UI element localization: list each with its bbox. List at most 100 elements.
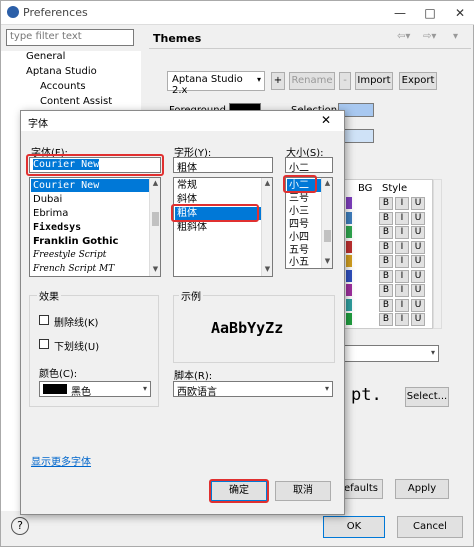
underline-toggle[interactable]: U [411, 269, 425, 283]
scroll-down-icon[interactable]: ▼ [150, 264, 160, 275]
token-color-swatch[interactable] [346, 313, 352, 325]
size-list-item-3[interactable]: 小三 [287, 205, 309, 218]
view-menu-icon[interactable]: ▾ [453, 31, 458, 42]
tree-item-content-assist[interactable]: Content Assist [40, 96, 112, 107]
scope-select[interactable]: ▾ [341, 345, 439, 362]
italic-toggle[interactable]: I [395, 226, 409, 239]
tree-item-general[interactable]: General [26, 51, 65, 62]
size-list-item-4[interactable]: 四号 [287, 218, 309, 231]
scroll-thumb[interactable] [324, 230, 331, 242]
strikeout-checkbox[interactable] [39, 315, 49, 325]
font-list-item-french-script[interactable]: French Script MT [31, 263, 114, 276]
theme-select[interactable]: Aptana Studio 2.x ▾ [167, 71, 265, 96]
tree-item-aptana-studio[interactable]: Aptana Studio [26, 66, 97, 77]
italic-toggle[interactable]: I [395, 255, 409, 268]
size-input[interactable]: 小二 [285, 157, 333, 174]
apply-button[interactable]: Apply [395, 479, 449, 499]
font-list-scrollbar[interactable]: ▲ ▼ [149, 178, 160, 276]
tree-item-accounts[interactable]: Accounts [40, 81, 86, 92]
size-list-item-2[interactable]: 三号 [287, 192, 309, 205]
font-list-item-ebrima[interactable]: Ebrima [31, 207, 68, 220]
token-color-swatch[interactable] [346, 269, 352, 282]
token-color-swatch[interactable] [346, 240, 352, 253]
bold-toggle[interactable]: B [379, 197, 393, 210]
underline-toggle[interactable]: U [411, 240, 425, 254]
close-icon[interactable]: ✕ [321, 113, 331, 127]
script-select[interactable]: 西欧语言 ▾ [173, 381, 333, 398]
filter-input[interactable]: type filter text [6, 29, 134, 46]
color-select[interactable]: 黑色 ▾ [39, 381, 151, 398]
underline-toggle[interactable]: U [411, 284, 425, 297]
style-list-scrollbar[interactable]: ▲ ▼ [261, 178, 272, 276]
question-mark-icon[interactable]: ? [11, 517, 29, 535]
font-list[interactable]: Courier New Dubai Ebrima Fixedsys Frankl… [29, 177, 161, 277]
size-list-item-5[interactable]: 小四 [287, 231, 309, 244]
bold-toggle[interactable]: B [379, 313, 393, 326]
underline-toggle[interactable]: U [411, 197, 425, 210]
bold-toggle[interactable]: B [379, 284, 393, 297]
style-list-item-bold-italic[interactable]: 粗斜体 [175, 221, 207, 234]
bold-toggle[interactable]: B [379, 298, 393, 312]
bold-toggle[interactable]: B [379, 226, 393, 239]
font-dialog: 字体 ✕ 字体(F): Courier New Courier New Duba… [20, 110, 345, 515]
scroll-down-icon[interactable]: ▼ [322, 256, 332, 267]
export-theme-button[interactable]: Export [399, 72, 437, 90]
underline-toggle[interactable]: U [411, 313, 425, 326]
font-cancel-button[interactable]: 取消 [275, 481, 331, 501]
italic-toggle[interactable]: I [395, 284, 409, 297]
show-more-fonts-link[interactable]: 显示更多字体 [31, 453, 91, 468]
cancel-button[interactable]: Cancel [397, 516, 463, 538]
italic-toggle[interactable]: I [395, 313, 409, 326]
italic-toggle[interactable]: I [395, 269, 409, 283]
token-color-swatch[interactable] [346, 197, 352, 209]
underline-toggle[interactable]: U [411, 226, 425, 239]
scroll-up-icon[interactable]: ▲ [262, 178, 272, 189]
scroll-up-icon[interactable]: ▲ [150, 178, 160, 189]
bold-toggle[interactable]: B [379, 240, 393, 254]
grid-scrollbar[interactable] [433, 179, 442, 329]
bold-toggle[interactable]: B [379, 255, 393, 268]
italic-toggle[interactable]: I [395, 197, 409, 210]
underline-checkbox[interactable] [39, 339, 49, 349]
font-list-item-freestyle-script[interactable]: Freestyle Script [31, 249, 106, 262]
underline-toggle[interactable]: U [411, 211, 425, 225]
token-color-swatch[interactable] [346, 255, 352, 267]
restore-defaults-button[interactable]: Restore Defaults [339, 479, 383, 499]
underline-toggle[interactable]: U [411, 255, 425, 268]
underline-toggle[interactable]: U [411, 298, 425, 312]
style-list-item-regular[interactable]: 常规 [175, 179, 197, 192]
scroll-down-icon[interactable]: ▼ [262, 264, 272, 275]
font-list-item-franklin-gothic[interactable]: Franklin Gothic [31, 235, 118, 248]
select-font-button[interactable]: Select... [405, 387, 449, 407]
script-value: 西欧语言 [177, 387, 217, 398]
font-list-item-fixedsys[interactable]: Fixedsys [31, 221, 81, 234]
style-list[interactable]: 常规 斜体 粗体 粗斜体 ▲ ▼ [173, 177, 273, 277]
bold-toggle[interactable]: B [379, 269, 393, 283]
bold-toggle[interactable]: B [379, 211, 393, 225]
size-list-scrollbar[interactable]: ▲ ▼ [321, 178, 332, 268]
size-list-item-7[interactable]: 小五 [287, 256, 309, 268]
italic-toggle[interactable]: I [395, 211, 409, 225]
import-theme-button[interactable]: Import [355, 72, 393, 90]
font-list-item-courier-new[interactable]: Courier New [31, 179, 150, 192]
minimize-icon[interactable]: — [385, 1, 415, 25]
remove-theme-button[interactable]: - [339, 72, 351, 90]
token-color-swatch[interactable] [346, 226, 352, 238]
add-theme-button[interactable]: + [271, 72, 285, 90]
rename-theme-button[interactable]: Rename [289, 72, 335, 90]
color-value: 黑色 [71, 387, 91, 398]
italic-toggle[interactable]: I [395, 298, 409, 312]
close-icon[interactable]: ✕ [445, 1, 474, 25]
token-color-swatch[interactable] [346, 284, 352, 296]
ok-button[interactable]: OK [323, 516, 385, 538]
back-icon[interactable]: ⇦▾ [397, 31, 410, 42]
style-input[interactable]: 粗体 [173, 157, 273, 174]
font-list-item-dubai[interactable]: Dubai [31, 193, 62, 206]
italic-toggle[interactable]: I [395, 240, 409, 254]
token-color-swatch[interactable] [346, 211, 352, 224]
maximize-icon[interactable]: □ [415, 1, 445, 25]
scroll-up-icon[interactable]: ▲ [322, 178, 332, 189]
scroll-thumb[interactable] [152, 212, 159, 226]
forward-icon[interactable]: ⇨▾ [423, 31, 436, 42]
token-color-swatch[interactable] [346, 298, 352, 311]
